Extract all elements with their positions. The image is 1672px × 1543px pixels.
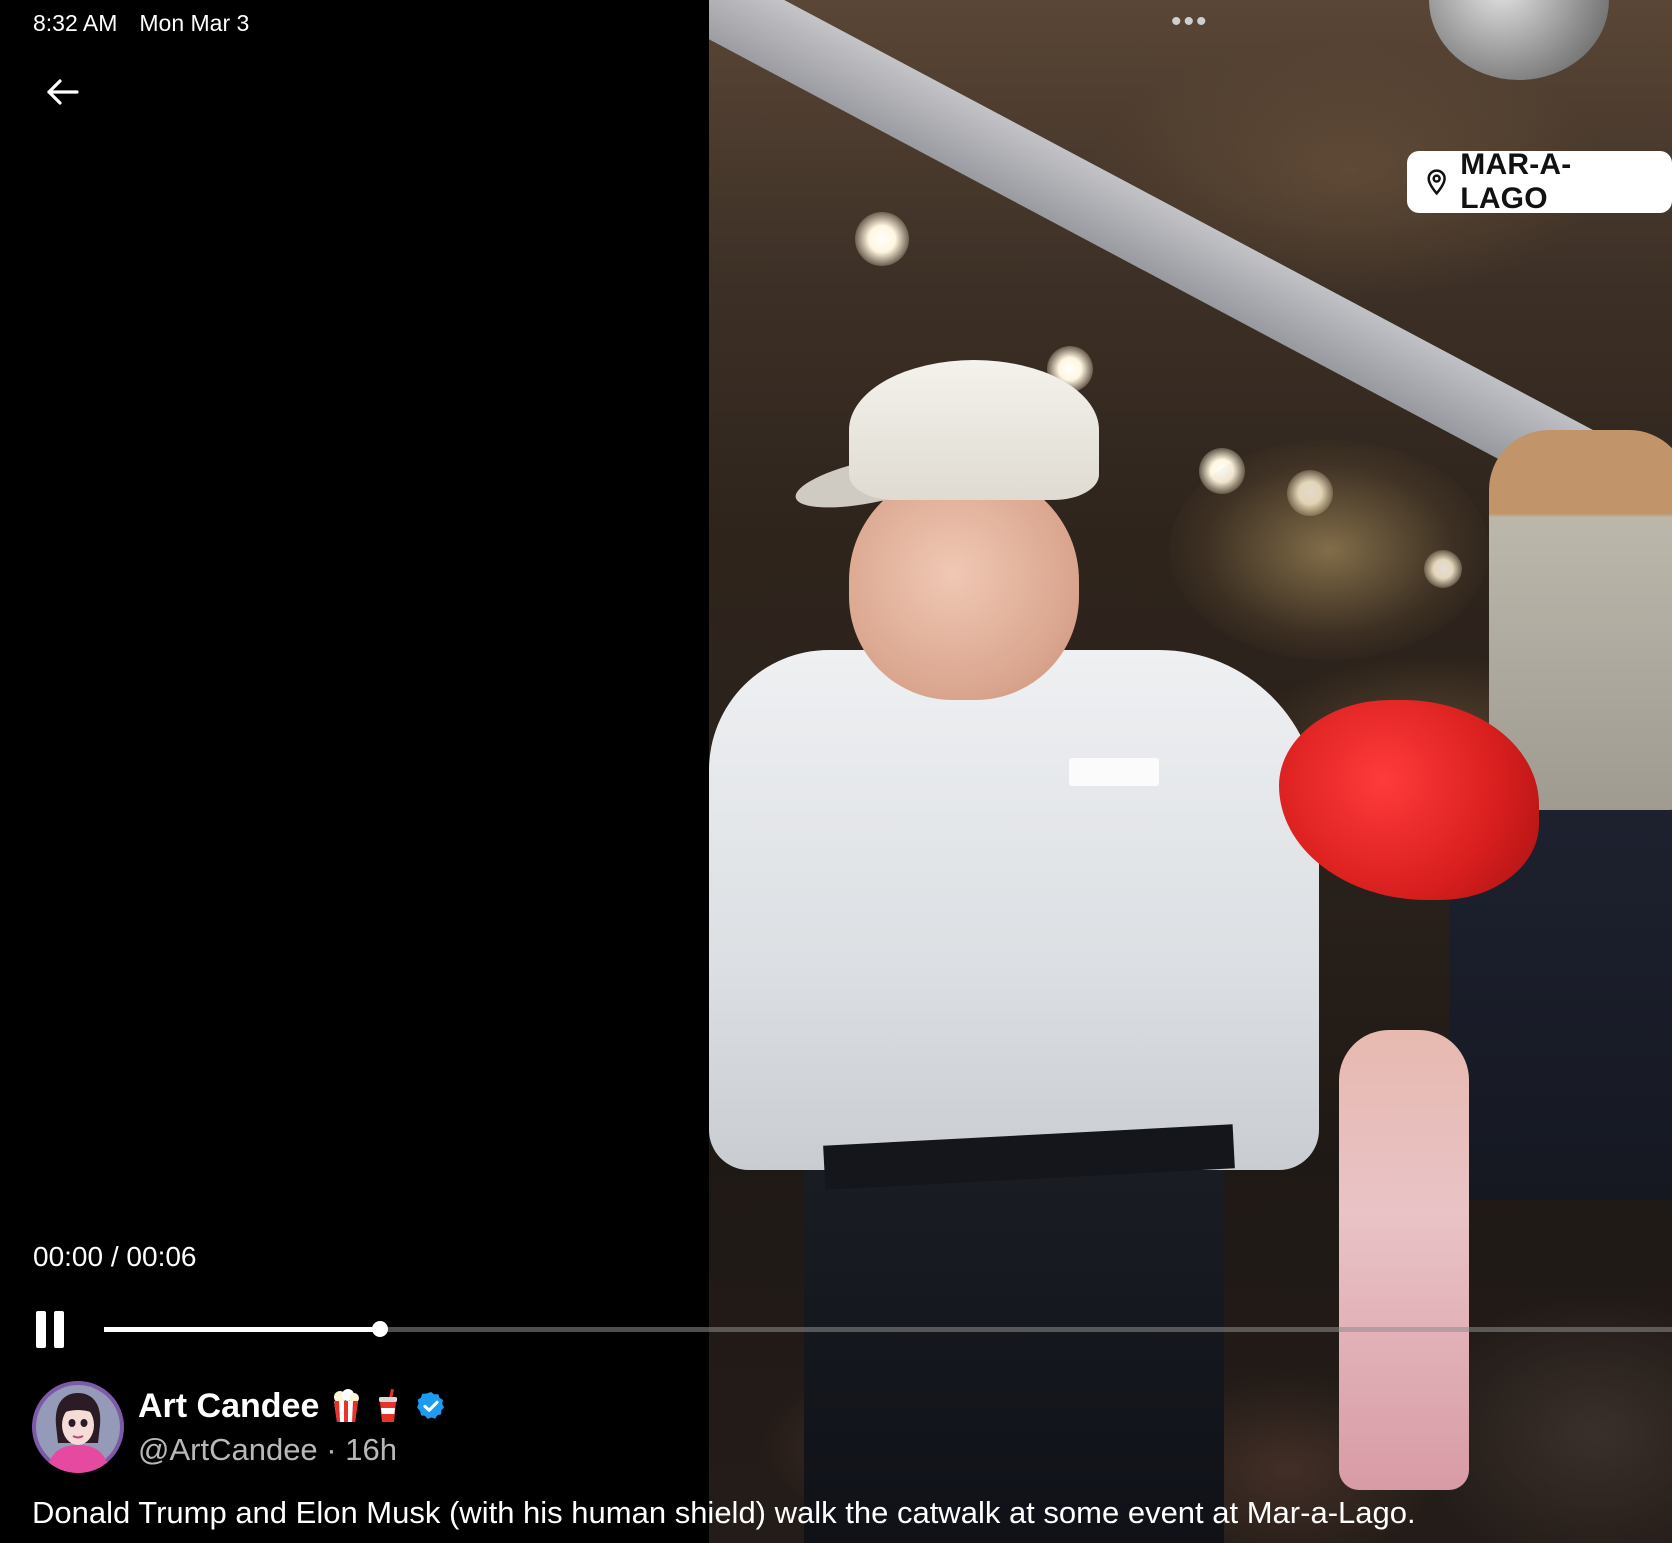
man-white-polo [709,650,1319,1170]
author-handle[interactable]: @ArtCandee [138,1432,318,1467]
video-frame[interactable]: MAR-A-LAGO [709,0,1672,1543]
tweet-author: Art Candee @ArtCandee · 16h [138,1384,447,1468]
arrow-left-icon [47,79,79,105]
status-date: Mon Mar 3 [139,10,250,36]
pause-icon [36,1311,46,1348]
seek-thumb[interactable] [371,1321,388,1337]
author-meta: @ArtCandee · 16h [138,1432,397,1467]
current-time: 00:00 [33,1241,104,1272]
more-dots-icon[interactable]: ••• [1171,7,1209,37]
man-head [849,470,1079,700]
status-time: 8:32 AM [33,10,118,36]
map-pin-icon [1427,169,1446,196]
ceiling-light [855,212,909,266]
seek-played [104,1327,380,1332]
location-sticker: MAR-A-LAGO [1407,148,1672,215]
seek-bar[interactable] [104,1321,1672,1337]
location-label: MAR-A-LAGO [1460,148,1572,215]
status-bar: 8:32 AM Mon Mar 3 [33,10,249,37]
pause-icon [54,1311,64,1348]
tweet-text: Donald Trump and Elon Musk (with his hum… [32,1495,1416,1530]
soda-cup-emoji-icon [379,1389,398,1422]
girl-in-dress [1339,1030,1469,1490]
media-viewer: MAR-A-LAGO 8:32 AM Mon Mar 3 ••• 00:00 /… [0,0,1672,1543]
duration: 00:06 [126,1241,197,1272]
back-button[interactable] [44,72,84,112]
author-name[interactable]: Art Candee [138,1387,319,1426]
video-timecode: 00:00 / 00:06 [33,1241,197,1273]
pause-button[interactable] [32,1311,70,1351]
shirt-logo-patch [1069,758,1159,786]
man-trousers [804,1140,1224,1543]
popcorn-emoji-icon [334,1389,360,1422]
chandelier [1169,440,1489,660]
man-white-cap [849,360,1099,500]
tweet-timestamp[interactable]: 16h [345,1432,397,1467]
time-separator: / [110,1241,119,1272]
avatar[interactable] [32,1381,124,1473]
verified-badge-icon [417,1392,445,1419]
